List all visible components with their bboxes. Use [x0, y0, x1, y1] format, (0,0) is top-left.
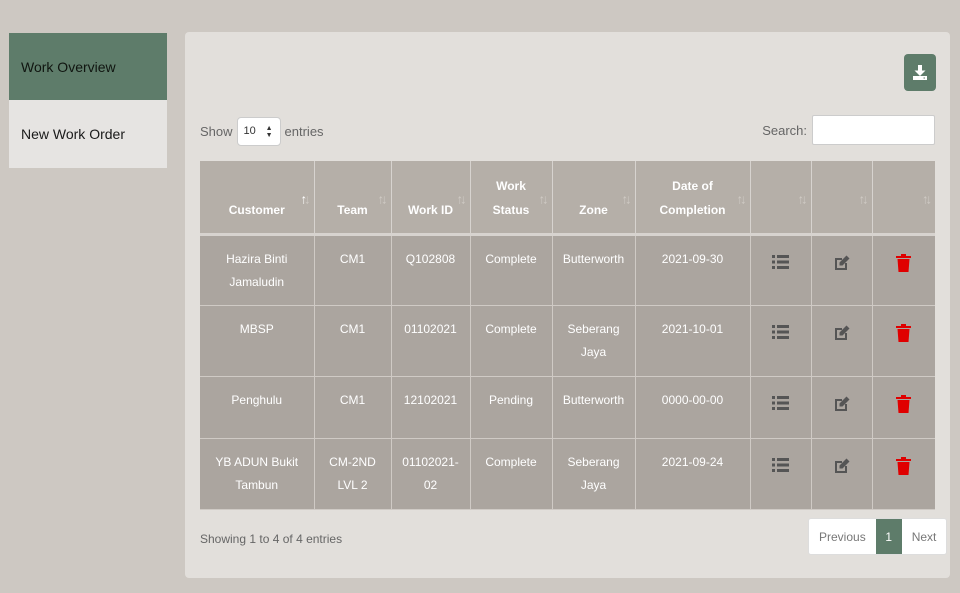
cell-edit	[811, 376, 873, 439]
sidebar-item-work-overview[interactable]: Work Overview	[9, 33, 167, 100]
list-icon[interactable]	[772, 324, 789, 348]
next-button[interactable]: Next	[902, 519, 947, 554]
cell-customer: Hazira Binti Jamaludin	[200, 234, 315, 306]
sort-icon: ↑↓	[736, 191, 747, 207]
sidebar-item-new-work-order[interactable]: New Work Order	[9, 100, 167, 168]
trash-icon[interactable]	[896, 394, 912, 421]
col-header-date-of-completion[interactable]: Date of Completion ↑↓	[635, 161, 751, 236]
col-header-team[interactable]: Team ↑↓	[314, 161, 392, 236]
edit-icon[interactable]	[833, 457, 851, 483]
sort-icon: ↑↓	[538, 191, 549, 207]
select-arrows-icon: ▲ ▼	[265, 124, 273, 139]
cell-edit	[811, 234, 873, 306]
cell-delete	[872, 438, 935, 510]
cell-view	[750, 438, 812, 510]
cell-customer: Penghulu	[200, 376, 315, 439]
sidebar-item-label: New Work Order	[21, 126, 125, 142]
page-1-button[interactable]: 1	[875, 519, 902, 554]
edit-icon[interactable]	[833, 395, 851, 421]
trash-icon[interactable]	[896, 323, 912, 350]
sidebar: Work Overview New Work Order	[9, 33, 167, 168]
list-icon[interactable]	[772, 457, 789, 481]
cell-view	[750, 376, 812, 439]
cell-date: 0000-00-00	[635, 376, 751, 439]
cell-work-id: Q102808	[391, 234, 471, 306]
length-control: Show 10 ▲ ▼ entries	[200, 116, 324, 146]
cell-view	[750, 234, 812, 306]
col-header-edit[interactable]: ↑↓	[811, 161, 873, 236]
cell-status: Pending	[470, 376, 553, 439]
col-header-work-status[interactable]: Work Status ↑↓	[470, 161, 553, 236]
cell-work-id: 01102021- 02	[391, 438, 471, 510]
sidebar-item-label: Work Overview	[21, 58, 116, 75]
col-header-work-id[interactable]: Work ID ↑↓	[391, 161, 471, 236]
cell-zone: Butterworth	[552, 376, 636, 439]
cell-team: CM1	[314, 376, 392, 439]
table-header-row: Customer ↑↓ Team ↑↓ Work ID ↑↓ Work Status ↑↓…	[200, 161, 935, 236]
edit-icon[interactable]	[833, 324, 851, 350]
work-table: Customer ↑↓ Team ↑↓ Work ID ↑↓ Work Status ↑↓…	[200, 161, 935, 510]
cell-work-id: 01102021	[391, 305, 471, 377]
col-header-view[interactable]: ↑↓	[750, 161, 812, 236]
trash-icon[interactable]	[896, 456, 912, 483]
sort-asc-icon: ↑↓	[300, 191, 311, 207]
table-row: Penghulu CM1 12102021 Pending Butterwort…	[200, 376, 935, 439]
sort-icon: ↑↓	[922, 191, 932, 207]
entries-label: entries	[284, 123, 324, 139]
cell-zone: Seberang Jaya	[552, 305, 636, 377]
main-panel: Show 10 ▲ ▼ entries Search: Customer ↑↓ Te…	[185, 32, 950, 578]
cell-work-id: 12102021	[391, 376, 471, 439]
list-icon[interactable]	[772, 395, 789, 419]
col-header-customer[interactable]: Customer ↑↓	[200, 161, 315, 236]
edit-icon[interactable]	[833, 254, 851, 280]
download-button[interactable]	[904, 54, 936, 91]
download-icon	[913, 65, 927, 80]
table-row: MBSP CM1 01102021 Complete Seberang Jaya …	[200, 305, 935, 377]
cell-status: Complete	[470, 234, 553, 306]
col-header-zone[interactable]: Zone ↑↓	[552, 161, 636, 236]
cell-customer: YB ADUN Bukit Tambun	[200, 438, 315, 510]
trash-icon[interactable]	[896, 253, 912, 280]
cell-status: Complete	[470, 438, 553, 510]
sort-icon: ↑↓	[456, 191, 467, 207]
cell-delete	[872, 376, 935, 439]
cell-team: CM1	[314, 305, 392, 377]
entries-select-value: 10	[243, 125, 256, 137]
col-header-delete[interactable]: ↑↓	[872, 161, 935, 236]
cell-delete	[872, 305, 935, 377]
sort-icon: ↑↓	[797, 191, 808, 207]
cell-team: CM1	[314, 234, 392, 306]
search-control: Search:	[762, 115, 935, 145]
sort-icon: ↑↓	[858, 191, 869, 207]
sort-icon: ↑↓	[621, 191, 632, 207]
list-icon[interactable]	[772, 254, 789, 278]
cell-date: 2021-09-30	[635, 234, 751, 306]
show-label: Show	[200, 123, 233, 139]
table-info: Showing 1 to 4 of 4 entries	[200, 532, 343, 546]
table-row: YB ADUN Bukit Tambun CM-2ND LVL 2 01102021…	[200, 438, 935, 510]
entries-select[interactable]: 10 ▲ ▼	[236, 116, 281, 146]
cell-zone: Butterworth	[552, 234, 636, 306]
cell-team: CM-2ND LVL 2	[314, 438, 392, 510]
table-row: Hazira Binti Jamaludin CM1 Q102808 Comple…	[200, 234, 935, 306]
cell-edit	[811, 438, 873, 510]
cell-date: 2021-10-01	[635, 305, 751, 377]
search-input[interactable]	[812, 115, 935, 145]
cell-view	[750, 305, 812, 377]
cell-customer: MBSP	[200, 305, 315, 377]
cell-status: Complete	[470, 305, 553, 377]
cell-date: 2021-09-24	[635, 438, 751, 510]
cell-zone: Seberang Jaya	[552, 438, 636, 510]
previous-button[interactable]: Previous	[809, 519, 876, 554]
pagination: Previous 1 Next	[808, 518, 948, 555]
cell-edit	[811, 305, 873, 377]
cell-delete	[872, 234, 935, 306]
sort-icon: ↑↓	[377, 191, 388, 207]
search-label: Search:	[762, 122, 807, 138]
